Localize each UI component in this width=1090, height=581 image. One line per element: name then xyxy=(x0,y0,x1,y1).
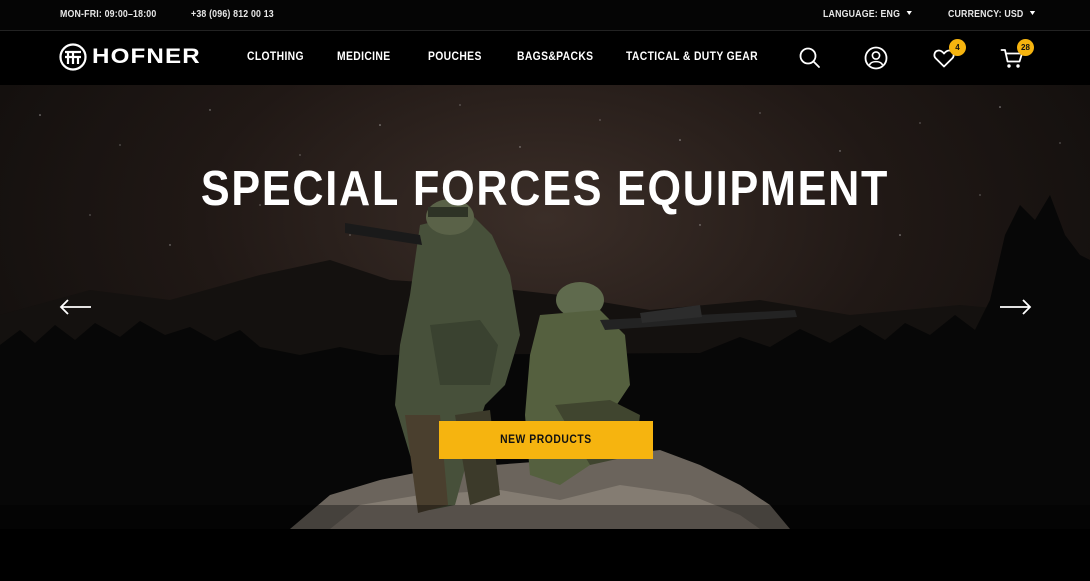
language-label: LANGUAGE: ENG xyxy=(823,9,901,20)
caret-down-icon xyxy=(1029,11,1035,16)
main-navigation: HOFNER CLOTHING MEDICINE POUCHES BAGS&PA… xyxy=(0,31,1090,85)
brand-logo[interactable]: HOFNER xyxy=(59,43,200,71)
nav-item-medicine[interactable]: MEDICINE xyxy=(337,51,390,63)
soldiers-scene-illustration xyxy=(0,195,1090,529)
nav-item-bags-packs[interactable]: BAGS&PACKS xyxy=(517,51,593,63)
search-icon xyxy=(799,47,820,68)
slider-next-button[interactable] xyxy=(998,298,1032,316)
account-button[interactable] xyxy=(863,45,889,71)
currency-select[interactable]: CURRENCY: USD xyxy=(948,9,1035,20)
cart-count-badge: 28 xyxy=(1017,39,1034,56)
wishlist-count-badge: 4 xyxy=(949,39,966,56)
currency-label: CURRENCY: USD xyxy=(948,9,1024,20)
search-button[interactable] xyxy=(797,45,823,71)
language-select[interactable]: LANGUAGE: ENG xyxy=(823,9,912,20)
nav-item-tactical-duty-gear[interactable]: TACTICAL & DUTY GEAR xyxy=(626,51,758,63)
page-bottom-area xyxy=(0,529,1090,581)
new-products-label: NEW PRODUCTS xyxy=(500,434,592,446)
arrow-left-icon xyxy=(59,299,91,315)
cart-button[interactable]: 28 xyxy=(999,39,1034,71)
business-hours: MON-FRI: 09:00–18:00 xyxy=(60,9,157,20)
arrow-right-icon xyxy=(1000,299,1032,315)
wishlist-button[interactable]: 4 xyxy=(931,39,966,71)
phone-number[interactable]: +38 (096) 812 00 13 xyxy=(191,9,274,20)
nav-item-clothing[interactable]: CLOTHING xyxy=(247,51,304,63)
top-bar: MON-FRI: 09:00–18:00 +38 (096) 812 00 13… xyxy=(0,0,1090,31)
hero-title: SPECIAL FORCES EQUIPMENT xyxy=(200,162,890,216)
hero-banner: SPECIAL FORCES EQUIPMENT NEW PRODUCTS xyxy=(0,85,1090,529)
nav-item-pouches[interactable]: POUCHES xyxy=(428,51,482,63)
brand-name: HOFNER xyxy=(92,45,201,68)
slider-prev-button[interactable] xyxy=(59,298,93,316)
user-icon xyxy=(864,46,888,70)
caret-down-icon xyxy=(906,11,912,16)
hofner-logo-icon xyxy=(59,43,87,71)
new-products-button[interactable]: NEW PRODUCTS xyxy=(439,421,653,459)
